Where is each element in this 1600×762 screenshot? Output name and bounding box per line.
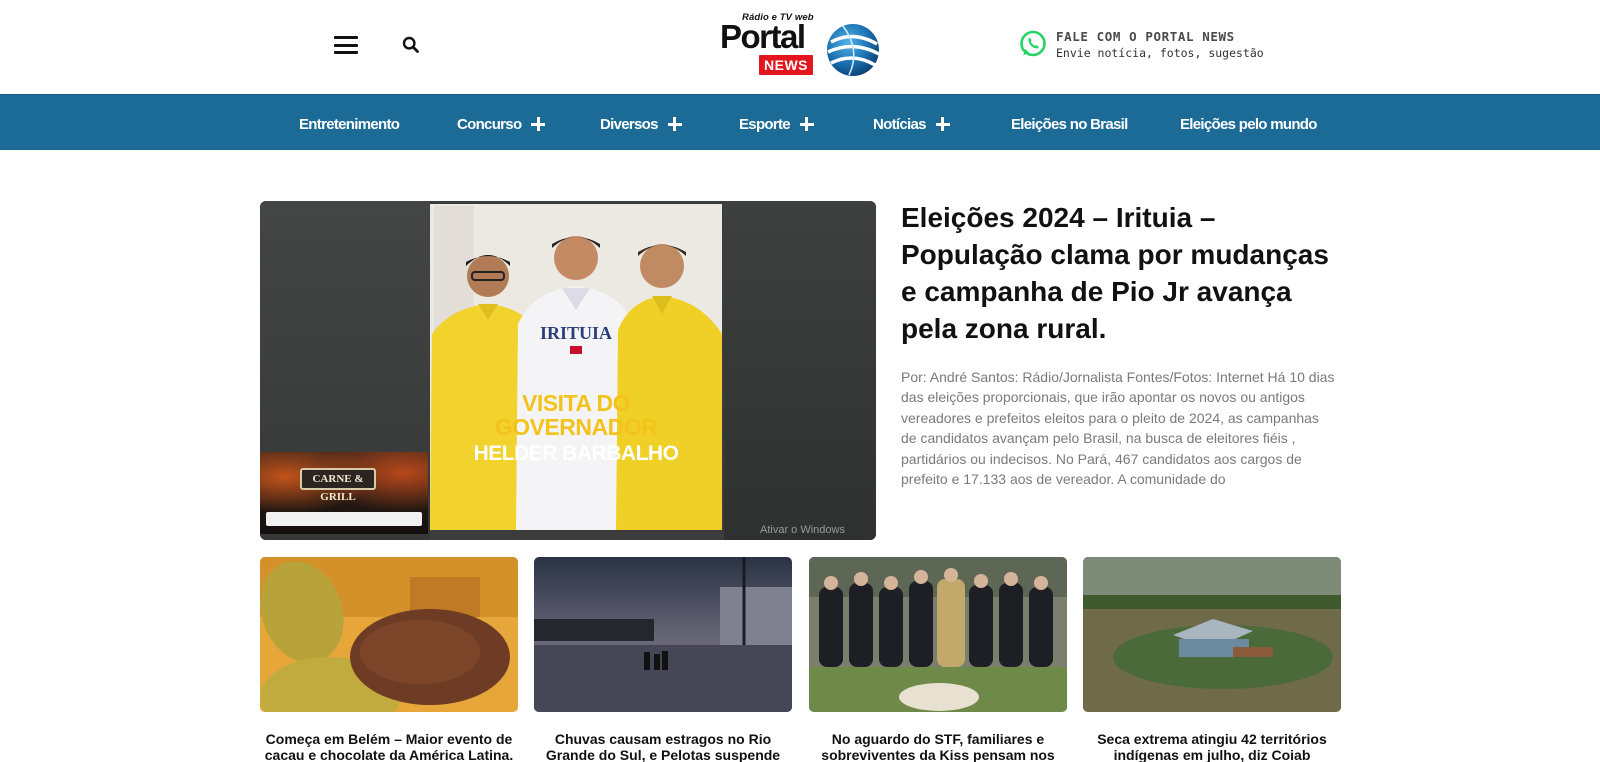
overlay-line-governador: GOVERNADOR [494, 414, 658, 440]
site-header: Rádio e TV web Portal NEWS FALE COM O PO… [0, 0, 1600, 94]
shirt-text: IRITUIA [540, 323, 612, 343]
nav-item-label: Eleições pelo mundo [1180, 115, 1317, 133]
featured-title[interactable]: Eleições 2024 – Irituia – População clam… [901, 199, 1341, 347]
ad-contact-strip [266, 512, 422, 526]
featured-photo: IRITUIA VISITA DO GOVERNADOR HELDER BARB… [430, 204, 722, 530]
flood-photo [534, 557, 792, 712]
nav-item-concurso[interactable]: Concurso [457, 113, 546, 135]
nav-item-diversos[interactable]: Diversos [600, 113, 682, 135]
ad-title: CARNE & GRILL [300, 468, 376, 503]
news-card-title[interactable]: No aguardo do STF, familiares e sobreviv… [809, 731, 1067, 762]
menu-icon[interactable] [334, 36, 358, 54]
plus-icon[interactable] [531, 117, 546, 131]
three-men-illustration: IRITUIA [430, 204, 722, 530]
contact-subtitle: Envie notícia, fotos, sugestão [1056, 46, 1264, 60]
search-icon[interactable] [402, 36, 420, 54]
news-card: No aguardo do STF, familiares e sobreviv… [809, 557, 1067, 762]
nav-item-entretenimento[interactable]: Entretenimento [299, 113, 400, 135]
nav-item-label: Esporte [739, 115, 791, 133]
cacao-photo [260, 557, 518, 712]
news-card: Começa em Belém – Maior evento de cacau … [260, 557, 518, 762]
nav-item-label: Entretenimento [299, 115, 400, 133]
news-card-image[interactable] [1083, 557, 1341, 712]
globe-icon [827, 24, 880, 76]
overlay-line-visita: VISITA DO [522, 390, 630, 416]
overlay-line-helder: HELDER BARBALHO [473, 442, 679, 465]
whatsapp-icon[interactable] [1018, 29, 1048, 59]
nav-item-eleicoes-mundo[interactable]: Eleições pelo mundo [1180, 113, 1317, 135]
main-nav: Entretenimento Concurso Diversos Esporte… [0, 94, 1600, 150]
memorial-photo [809, 557, 1067, 712]
news-card-title[interactable]: Começa em Belém – Maior evento de cacau … [260, 731, 518, 762]
nav-item-label: Notícias [873, 115, 926, 133]
nav-item-label: Diversos [600, 115, 658, 133]
news-card-image[interactable] [534, 557, 792, 712]
contact-title[interactable]: FALE COM O PORTAL NEWS [1056, 29, 1235, 44]
site-logo[interactable]: Rádio e TV web Portal NEWS [718, 12, 880, 80]
logo-wordmark: Portal [720, 18, 806, 55]
plus-icon[interactable] [667, 117, 682, 131]
plus-icon[interactable] [799, 117, 814, 131]
nav-item-label: Eleições no Brasil [1011, 115, 1128, 133]
nav-item-eleicoes-brasil[interactable]: Eleições no Brasil [1011, 113, 1128, 135]
news-card: Seca extrema atingiu 42 territórios indí… [1083, 557, 1341, 762]
windows-activation-watermark: Ativar o Windows [760, 524, 845, 536]
video-side-right [724, 201, 876, 540]
news-card-image[interactable] [809, 557, 1067, 712]
plus-icon[interactable] [935, 117, 950, 131]
news-card-title[interactable]: Seca extrema atingiu 42 territórios indí… [1083, 731, 1341, 762]
nav-item-label: Concurso [457, 115, 522, 133]
featured-image[interactable]: IRITUIA VISITA DO GOVERNADOR HELDER BARB… [260, 201, 876, 540]
logo-news-badge: NEWS [759, 55, 813, 75]
featured-excerpt: Por: André Santos: Rádio/Jornalista Font… [901, 369, 1335, 488]
nav-item-noticias[interactable]: Notícias [873, 113, 950, 135]
nav-item-esporte[interactable]: Esporte [739, 113, 814, 135]
ad-banner[interactable]: CARNE & GRILL [260, 452, 428, 534]
news-card: Chuvas causam estragos no Rio Grande do … [534, 557, 792, 762]
drought-photo [1083, 557, 1341, 712]
news-card-image[interactable] [260, 557, 518, 712]
news-card-title[interactable]: Chuvas causam estragos no Rio Grande do … [534, 731, 792, 762]
